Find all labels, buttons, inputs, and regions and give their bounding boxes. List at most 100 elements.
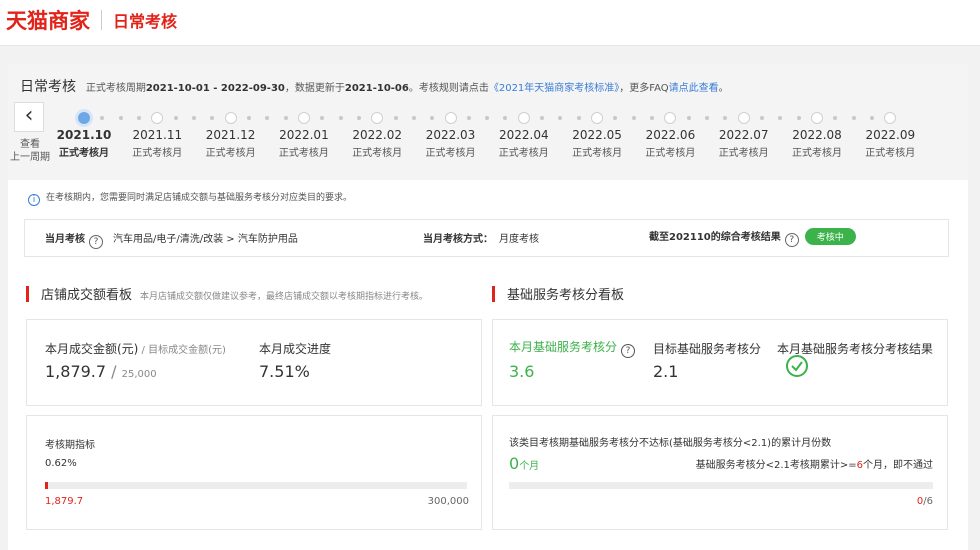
timeline-period[interactable]: 2022.06 正式考核月 [635,128,705,159]
timeline-step-dot [283,116,288,120]
sales-section-title: 店铺成交额看板 本月店铺成交额仅做建议参考，最终店铺成交额以考核期指标进行考核。 [26,284,428,303]
timeline-step-dot [210,116,215,120]
prev-period-label[interactable]: 查看 上一周期 [9,138,51,164]
sales-title: 店铺成交额看板 [41,288,133,303]
timeline-period[interactable]: 2022.07 正式考核月 [709,128,779,159]
period-month: 2022.06 [645,128,696,142]
period-month: 2022.05 [572,128,622,142]
method-criteria: 当月考核方式： 月度考核 [423,230,539,245]
period-month: 2022.09 [865,128,916,142]
help-icon[interactable]: ? [89,235,103,249]
timeline-step-dot [705,116,710,120]
faq-link[interactable]: 请点此查看 [669,83,719,94]
timeline-step-dot [631,116,636,120]
timeline-period[interactable]: 2021.11 正式考核月 [122,128,192,159]
period-label: 正式考核月 [792,148,842,159]
period-current: 1,879.7 [45,496,84,507]
monthly-criteria: 当月考核? 汽车用品/电子/清洗/改装 > 汽车防护用品 [45,230,298,249]
amount: 1,879.7 [45,362,107,381]
period-label: 正式考核月 [352,148,403,159]
period-label: 正式考核月 [59,148,109,159]
timeline-period[interactable]: 2022.01 正式考核月 [269,128,339,159]
timeline-step-dot [173,116,178,120]
fail-desc: 该类目考核期基础服务考核分不达标(基础服务考核分<2.1)的累计月份数 [509,438,832,449]
logo-divider [101,10,102,30]
timeline-step-dot [411,116,416,120]
check-icon [791,361,803,372]
timeline-step-dot [118,116,123,120]
rules-prefix: 。考核规则请点击 [408,83,489,94]
timeline-step-dot [851,116,856,120]
sales-period-card: 考核期指标 0.62% 1,879.7 300,000 [26,415,482,530]
help-icon[interactable]: ? [784,233,799,247]
prev-period-button[interactable]: ‹ [14,102,44,132]
period-month: 2022.02 [352,128,402,142]
timeline-period[interactable]: 2022.03 正式考核月 [416,128,486,159]
status-badge: 考核中 [804,228,856,245]
tmall-logo[interactable]: 天猫商家 [6,5,90,35]
period-month: 2021.11 [132,128,183,142]
timeline-period[interactable]: 2022.09 正式考核月 [855,128,925,159]
timeline-dot[interactable] [297,112,310,124]
timeline-step-dot [356,116,361,120]
timeline-step-dot [503,116,508,120]
service-title: 基础服务考核分看板 [507,288,625,303]
timeline-dot[interactable] [371,112,384,124]
target-score-value: 2.1 [653,362,679,381]
period-prefix: 正式考核周期 [85,83,146,94]
timeline-step-dot [613,116,618,120]
score-result-label: 本月基础服务考核分考核结果 [777,342,934,356]
timeline-period[interactable]: 2022.08 正式考核月 [782,128,852,159]
section-accent [26,286,29,302]
period-month: 2022.07 [718,128,769,142]
fail-rule: 基础服务考核分<2.1考核期累计>=6个月，即不通过 [695,460,933,471]
timeline-dot[interactable] [151,112,164,124]
period-progress-bar [45,482,467,489]
timeline-dot[interactable] [224,112,237,124]
fail-months: 0个月 [509,454,540,473]
period-month: 2021.12 [205,128,256,142]
period-month: 2021.10 [56,128,112,142]
timeline-step-dot [650,116,655,120]
timeline-dot[interactable] [444,112,457,124]
method-value: 月度考核 [499,234,539,245]
timeline-period[interactable]: 2021.10 正式考核月 [49,128,119,159]
timeline-step-dot [869,116,874,120]
timeline-dot[interactable] [517,112,530,124]
timeline-step-dot [338,116,343,120]
timeline-period[interactable]: 2022.02 正式考核月 [342,128,412,159]
timeline-period[interactable]: 2021.12 正式考核月 [196,128,266,159]
timeline-step-dot [265,116,270,120]
period-percent: 0.62% [45,458,77,469]
timeline-step-dot [558,116,563,120]
criteria-bar: 当月考核? 汽车用品/电子/清洗/改装 > 汽车防护用品 当月考核方式： 月度考核 … [24,219,949,257]
fail-progress-bar [509,482,933,489]
rules-link[interactable]: 《2021年天猫商家考核标准》 [489,83,619,94]
period-range: 2021-10-01 - 2022-09-30 [145,83,285,94]
timeline-step-dot [796,116,801,120]
timeline-period[interactable]: 2022.05 正式考核月 [562,128,632,159]
section-accent [492,286,495,302]
timeline-dot[interactable] [78,112,90,124]
timeline-dot[interactable] [664,112,677,124]
period-label: 正式考核月 [645,148,696,159]
period-month: 2022.01 [279,128,329,142]
timeline-period[interactable]: 2022.04 正式考核月 [489,128,559,159]
score-label: 本月基础服务考核分? [509,338,639,358]
help-icon[interactable]: ? [621,344,636,358]
timeline-step-dot [100,116,105,120]
update-date: 2021-10-06 [344,83,409,94]
timeline-dot[interactable] [811,112,823,124]
period-month: 2022.03 [425,128,476,142]
timeline-area: 日常考核 正式考核周期2021-10-01 - 2022-09-30，数据更新于… [8,64,968,180]
timeline-step-dot [576,116,581,120]
timeline-dot[interactable] [737,112,750,124]
timeline-dot[interactable] [591,112,604,124]
chevron-left-icon: ‹ [24,103,34,128]
period-progress-fill [45,482,48,489]
timeline-step-dot [320,116,325,120]
timeline-step-dot [833,116,838,120]
target-amount: 25,000 [121,369,157,380]
amount-value: 1,879.7 / 25,000 [45,362,157,381]
timeline-dot[interactable] [884,112,897,124]
